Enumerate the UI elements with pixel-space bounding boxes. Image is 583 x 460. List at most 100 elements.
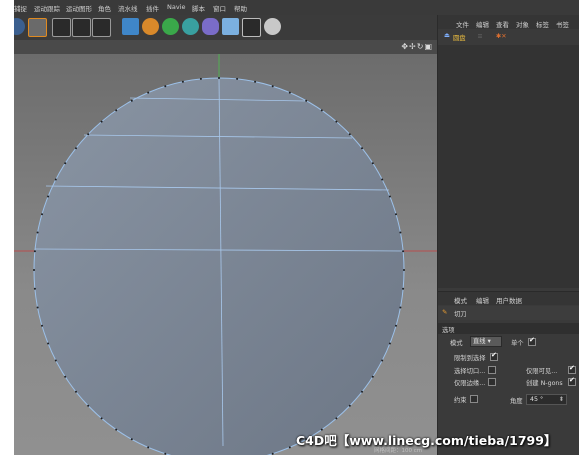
- visible-only-checkbox[interactable]: [568, 364, 576, 374]
- vertex-point[interactable]: [54, 178, 57, 181]
- constrain-checkbox[interactable]: [470, 395, 478, 403]
- tab-tag[interactable]: 标签: [536, 19, 549, 29]
- vertex-point[interactable]: [271, 85, 274, 88]
- mode-dropdown[interactable]: 直线 ▾: [470, 336, 502, 347]
- vertex-point[interactable]: [361, 390, 363, 393]
- select-cut-checkbox[interactable]: [488, 366, 496, 374]
- vertex-point[interactable]: [181, 80, 184, 83]
- vertex-point[interactable]: [399, 306, 402, 309]
- menu-plugins[interactable]: 插件: [146, 3, 159, 13]
- tab-view[interactable]: 查看: [496, 19, 509, 29]
- tab-object[interactable]: 对象: [516, 19, 529, 29]
- vertex-point[interactable]: [47, 342, 50, 345]
- menu-navie[interactable]: Navie: [167, 3, 186, 11]
- menu-mograph[interactable]: 运动图形: [66, 3, 92, 13]
- vertex-point[interactable]: [371, 162, 374, 165]
- vertex-point[interactable]: [75, 390, 77, 393]
- perspective-viewport[interactable]: [14, 54, 437, 455]
- vertex-point[interactable]: [36, 231, 39, 234]
- vertex-point[interactable]: [33, 269, 35, 271]
- vertex-point[interactable]: [288, 91, 291, 94]
- vertex-point[interactable]: [115, 428, 118, 431]
- vertex-point[interactable]: [100, 120, 103, 123]
- vertex-point[interactable]: [395, 324, 397, 327]
- render-settings-icon[interactable]: [92, 18, 111, 37]
- visibility-dots-icon[interactable]: ⁝⁝: [478, 33, 482, 40]
- camera-icon[interactable]: [242, 18, 261, 37]
- menu-snap[interactable]: 捕捉: [14, 3, 27, 13]
- vertex-point[interactable]: [402, 287, 405, 290]
- tab-attr-edit[interactable]: 编辑: [476, 295, 489, 305]
- menu-script[interactable]: 脚本: [192, 3, 205, 13]
- vertex-point[interactable]: [54, 359, 57, 362]
- menu-pipeline[interactable]: 流水线: [118, 3, 138, 13]
- floor-icon[interactable]: [222, 18, 239, 35]
- vertex-point[interactable]: [381, 359, 384, 362]
- vertex-point[interactable]: [87, 404, 90, 407]
- vertex-point[interactable]: [348, 133, 351, 136]
- tab-bookmark[interactable]: 书签: [556, 19, 569, 29]
- vertex-point[interactable]: [395, 213, 397, 216]
- object-name[interactable]: 圆盘: [453, 33, 466, 42]
- deformer-icon[interactable]: [202, 18, 219, 35]
- vertex-point[interactable]: [87, 133, 90, 136]
- vertex-point[interactable]: [147, 446, 150, 449]
- vertex-point[interactable]: [164, 452, 167, 455]
- tab-file[interactable]: 文件: [456, 19, 469, 29]
- light-bulb-icon[interactable]: [264, 18, 281, 35]
- vertex-point[interactable]: [64, 375, 67, 378]
- move-tool-icon[interactable]: [14, 18, 25, 35]
- vertex-point[interactable]: [403, 269, 405, 271]
- vertex-point[interactable]: [130, 438, 133, 441]
- vertex-point[interactable]: [388, 342, 391, 345]
- vertex-point[interactable]: [218, 77, 220, 79]
- restrict-checkbox[interactable]: [490, 351, 498, 361]
- vertex-point[interactable]: [335, 417, 338, 420]
- vertex-point[interactable]: [36, 306, 39, 309]
- tab-user-data[interactable]: 用户数据: [496, 295, 522, 305]
- vertex-point[interactable]: [47, 195, 50, 198]
- vertex-point[interactable]: [100, 417, 103, 420]
- edges-only-checkbox[interactable]: [488, 378, 496, 386]
- array-generator-icon[interactable]: [182, 18, 199, 35]
- vertex-point[interactable]: [254, 80, 257, 83]
- vertex-point[interactable]: [130, 99, 133, 102]
- vertex-point[interactable]: [41, 324, 43, 327]
- create-ngons-checkbox[interactable]: [568, 376, 576, 386]
- vertex-point[interactable]: [33, 250, 36, 253]
- coordinate-system-icon[interactable]: [28, 18, 47, 37]
- vertex-point[interactable]: [41, 213, 43, 216]
- vertex-point[interactable]: [348, 404, 351, 407]
- vertex-point[interactable]: [402, 250, 405, 253]
- vertex-point[interactable]: [305, 99, 308, 102]
- vertex-point[interactable]: [320, 109, 323, 112]
- viewport-nav-icons[interactable]: ✥✢↻▣: [401, 42, 433, 51]
- disc-polygon[interactable]: [33, 77, 405, 455]
- vertex-point[interactable]: [335, 120, 338, 123]
- vertex-point[interactable]: [199, 77, 202, 80]
- render-picture-viewer-icon[interactable]: [72, 18, 91, 37]
- vertex-point[interactable]: [64, 162, 67, 165]
- cube-icon[interactable]: [122, 18, 139, 35]
- menu-help[interactable]: 帮助: [234, 3, 247, 13]
- object-list-area[interactable]: [438, 45, 579, 288]
- menu-character[interactable]: 角色: [98, 3, 111, 13]
- vertex-point[interactable]: [164, 85, 167, 88]
- vertex-point[interactable]: [361, 147, 363, 150]
- vertex-point[interactable]: [33, 287, 36, 290]
- single-checkbox[interactable]: [528, 336, 536, 346]
- vertex-point[interactable]: [388, 195, 391, 198]
- tab-mode[interactable]: 模式: [454, 295, 467, 305]
- tab-edit[interactable]: 编辑: [476, 19, 489, 29]
- phong-tag-icon[interactable]: ✱✕: [496, 33, 507, 40]
- render-view-icon[interactable]: [52, 18, 71, 37]
- vertex-point[interactable]: [236, 77, 239, 80]
- object-row-disc[interactable]: ⏏ 圆盘 ⁝⁝ ✱✕: [444, 31, 574, 43]
- options-section-header[interactable]: 选项: [438, 323, 579, 334]
- vertex-point[interactable]: [381, 178, 384, 181]
- vertex-point[interactable]: [271, 452, 274, 455]
- angle-stepper-icon[interactable]: ⬍: [559, 395, 564, 404]
- menu-window[interactable]: 窗口: [213, 3, 226, 13]
- vertex-point[interactable]: [75, 147, 77, 150]
- menu-motion-tracking[interactable]: 运动跟踪: [34, 3, 60, 13]
